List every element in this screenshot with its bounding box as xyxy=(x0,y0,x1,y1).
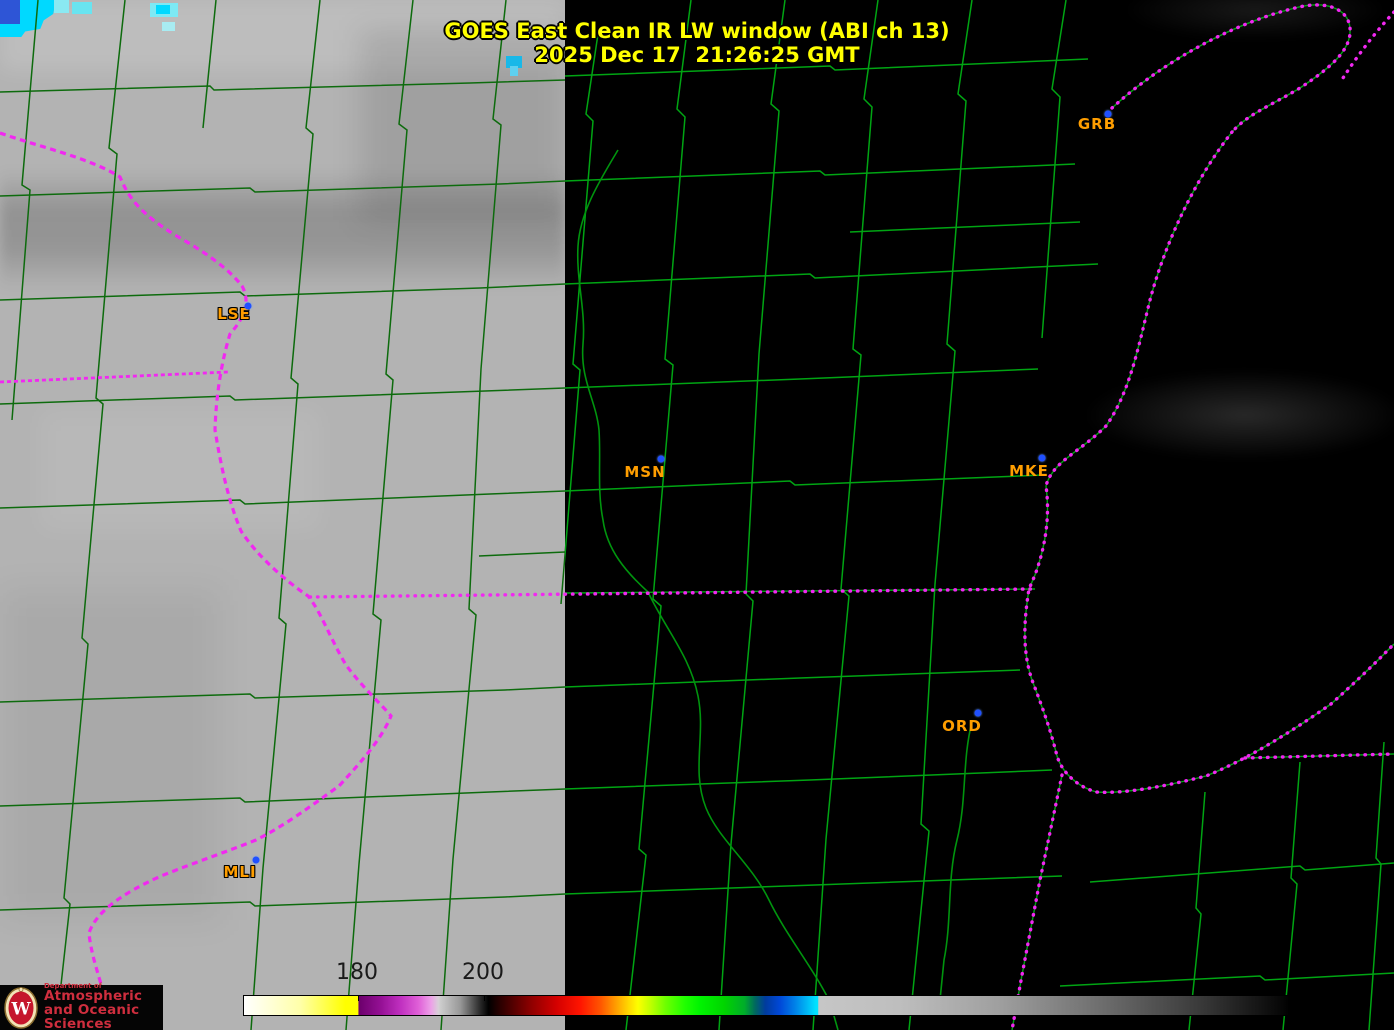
station-label: MSN xyxy=(624,463,665,481)
product-title: GOES East Clean IR LW window (ABI ch 13) xyxy=(0,19,1394,43)
uw-aos-logo: W Department of Atmospheric and Oceanic … xyxy=(0,985,163,1030)
station-label: MKE xyxy=(1009,462,1049,480)
map-overlay xyxy=(0,0,1394,1030)
colorbar-tick-label: 200 xyxy=(462,960,504,985)
state-border-magenta xyxy=(0,5,1394,1030)
uw-crest-icon: W xyxy=(3,987,39,1029)
state-border-green-underlay xyxy=(565,5,1394,1030)
station-dot xyxy=(1039,455,1046,462)
title-block: GOES East Clean IR LW window (ABI ch 13)… xyxy=(0,19,1394,67)
station-label: MLI xyxy=(223,863,256,881)
logo-text: Department of Atmospheric and Oceanic Sc… xyxy=(44,983,163,1030)
colorbar-tick xyxy=(358,996,359,1001)
wi-il-border xyxy=(310,589,1032,597)
station-dot xyxy=(975,710,982,717)
logo-line2: and Oceanic Sciences xyxy=(44,1004,163,1030)
station-label: ORD xyxy=(942,717,982,735)
station-dot xyxy=(253,857,260,864)
station-dot xyxy=(1105,111,1112,118)
county-lines-east xyxy=(0,0,1394,1030)
timestamp: 2025 Dec 17 21:26:25 GMT xyxy=(0,43,1394,67)
il-in-border-east xyxy=(1245,754,1394,758)
mississippi-river-border xyxy=(0,133,391,1030)
temperature-colorbar xyxy=(243,995,1290,1016)
goes-satellite-map: GOES East Clean IR LW window (ABI ch 13)… xyxy=(0,0,1394,1030)
colorbar-tick xyxy=(484,996,485,1001)
station-label: GRB xyxy=(1078,115,1116,133)
svg-text:W: W xyxy=(10,999,31,1019)
lake-michigan-shoreline xyxy=(1025,132,1394,792)
station-dot xyxy=(658,456,665,463)
mn-ia-border xyxy=(0,372,228,382)
colorbar-tick-label: 180 xyxy=(336,960,378,985)
station-dot xyxy=(245,303,252,310)
